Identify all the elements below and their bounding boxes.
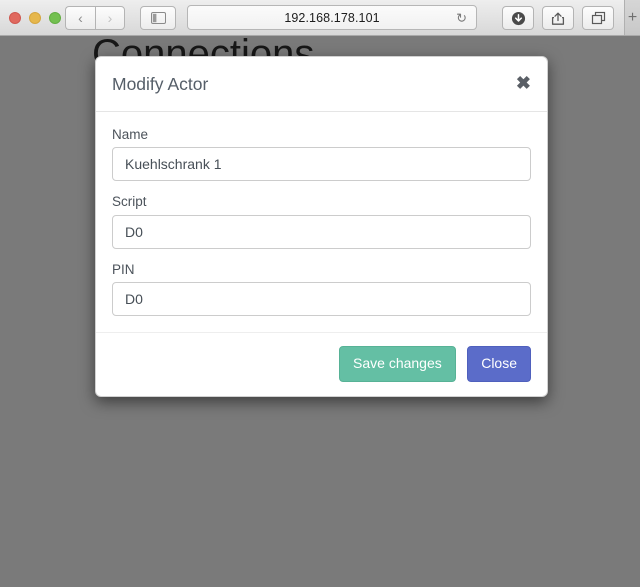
download-icon	[511, 11, 526, 26]
modal-title: Modify Actor	[112, 72, 531, 97]
modal-footer: Save changes Close	[96, 332, 547, 396]
close-window-button[interactable]	[9, 12, 21, 24]
chevron-left-icon: ‹	[78, 11, 83, 25]
share-icon	[551, 11, 565, 26]
back-button[interactable]: ‹	[65, 6, 95, 30]
form-group-script: Script	[112, 193, 531, 249]
minimize-window-button[interactable]	[29, 12, 41, 24]
reload-icon[interactable]: ↻	[456, 11, 467, 24]
sidebar-toggle-button[interactable]	[140, 6, 176, 30]
pin-label: PIN	[112, 261, 531, 279]
window-traffic-lights	[9, 12, 61, 24]
name-label: Name	[112, 126, 531, 144]
page-viewport: Connections Modify Actor ✖ Name Script P…	[0, 36, 640, 587]
forward-button[interactable]: ›	[95, 6, 125, 30]
zoom-window-button[interactable]	[49, 12, 61, 24]
downloads-button[interactable]	[502, 6, 534, 30]
plus-icon: +	[628, 9, 637, 27]
save-changes-button[interactable]: Save changes	[339, 346, 456, 382]
tabs-icon	[591, 11, 606, 25]
script-input[interactable]	[112, 215, 531, 249]
script-label: Script	[112, 193, 531, 211]
chevron-right-icon: ›	[108, 11, 113, 25]
sidebar-icon	[151, 12, 166, 24]
url-text: 192.168.178.101	[284, 11, 379, 25]
form-group-pin: PIN	[112, 261, 531, 317]
modify-actor-dialog: Modify Actor ✖ Name Script PIN Save chan…	[95, 56, 548, 397]
form-group-name: Name	[112, 126, 531, 182]
new-tab-button[interactable]: +	[624, 0, 640, 35]
modal-header: Modify Actor ✖	[96, 57, 547, 112]
show-all-tabs-button[interactable]	[582, 6, 614, 30]
address-bar[interactable]: 192.168.178.101 ↻	[187, 5, 477, 30]
name-input[interactable]	[112, 147, 531, 181]
close-button[interactable]: Close	[467, 346, 531, 382]
modal-body: Name Script PIN	[96, 112, 547, 333]
browser-toolbar: ‹ › 192.168.178.101 ↻ +	[0, 0, 640, 36]
pin-input[interactable]	[112, 282, 531, 316]
share-button[interactable]	[542, 6, 574, 30]
close-icon[interactable]: ✖	[516, 74, 531, 92]
